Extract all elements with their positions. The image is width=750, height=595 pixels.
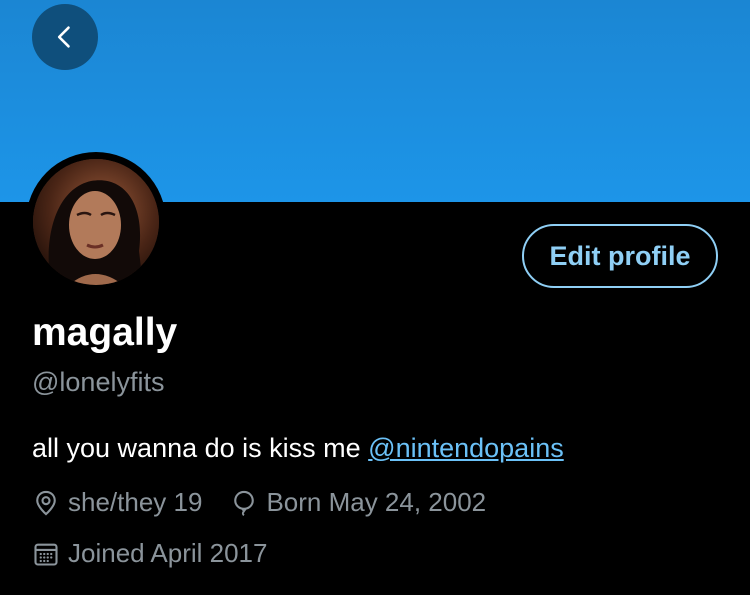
location-text: she/they 19 xyxy=(68,487,203,517)
birthday-item: Born May 24, 2002 xyxy=(230,487,486,518)
bio-mention-link[interactable]: @nintendopains xyxy=(368,433,564,463)
bio: all you wanna do is kiss me @nintendopai… xyxy=(32,433,564,464)
bio-text: all you wanna do is kiss me xyxy=(32,433,369,463)
joined-item: Joined April 2017 xyxy=(32,538,267,569)
birthday-text: Born May 24, 2002 xyxy=(266,487,487,517)
avatar-image xyxy=(33,159,159,285)
profile-meta-row: she/they 19 Born May 24, 2002 xyxy=(32,487,514,518)
chevron-left-icon xyxy=(57,26,70,48)
display-name: magally xyxy=(32,311,178,354)
avatar[interactable] xyxy=(33,159,159,285)
calendar-icon xyxy=(34,543,58,566)
user-handle: @lonelyfits xyxy=(32,367,165,397)
location-pin-icon xyxy=(36,490,56,515)
back-button[interactable] xyxy=(32,4,98,70)
avatar-frame xyxy=(26,152,166,292)
edit-profile-button[interactable]: Edit profile xyxy=(522,224,718,288)
location-item: she/they 19 xyxy=(32,487,202,518)
profile-joined-row: Joined April 2017 xyxy=(32,538,295,569)
joined-text: Joined April 2017 xyxy=(68,538,268,568)
balloon-icon xyxy=(234,490,255,516)
